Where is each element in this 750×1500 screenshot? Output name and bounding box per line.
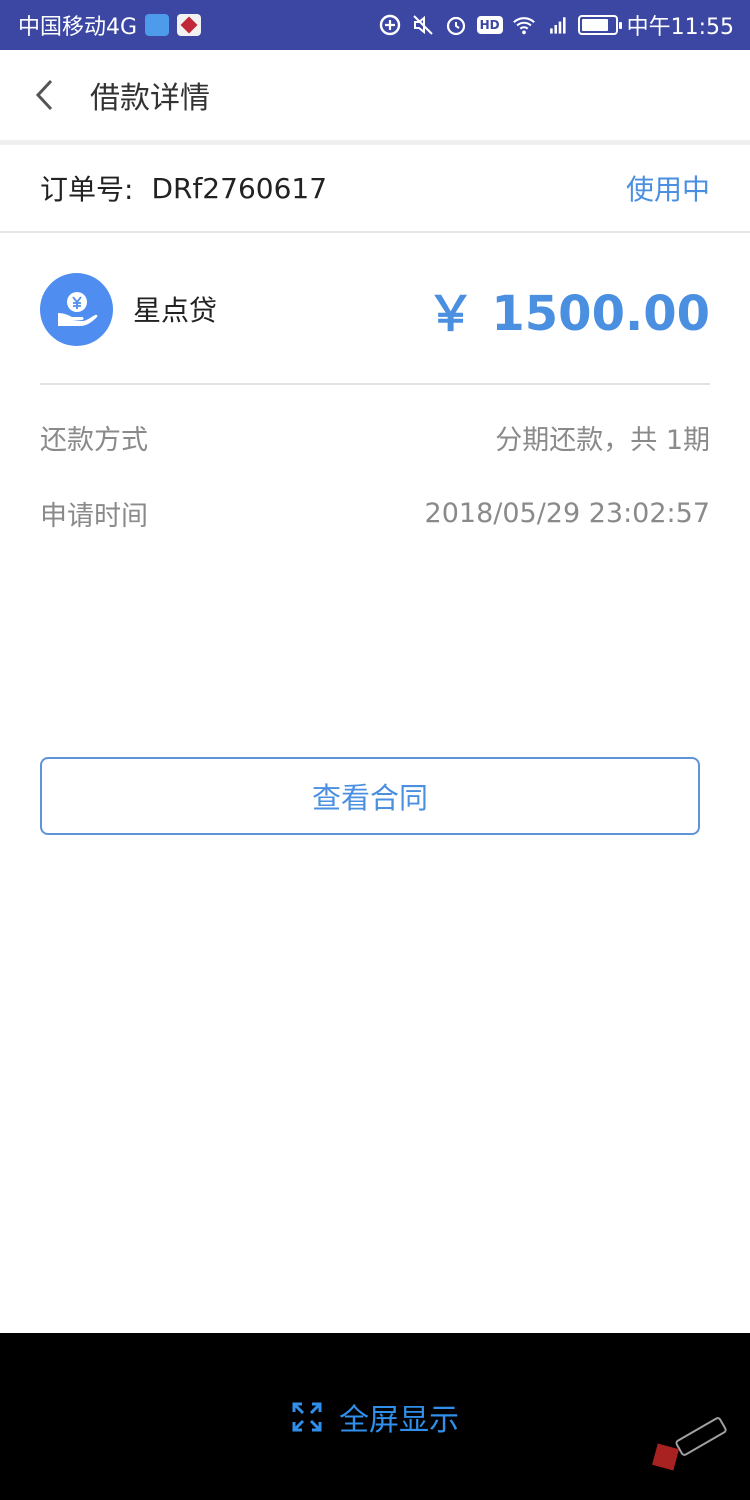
alarm-icon xyxy=(444,13,468,37)
status-right: HD 中午11:55 xyxy=(378,9,734,41)
page-title: 借款详情 xyxy=(90,81,210,116)
product-row: 星点贷 ￥ 1500.00 xyxy=(40,235,710,385)
order-number-label: 订单号: xyxy=(40,173,134,206)
nav-bar: 借款详情 xyxy=(0,50,750,140)
app-badge-icon xyxy=(145,14,170,36)
watermark-text-mark xyxy=(674,1415,729,1458)
status-left: 中国移动4G xyxy=(18,9,202,41)
hd-icon: HD xyxy=(476,16,503,34)
order-number: DRf2760617 xyxy=(151,171,328,205)
apply-time-value: 2018/05/29 23:02:57 xyxy=(424,497,710,529)
fullscreen-button[interactable]: 全屏显示 xyxy=(291,1395,459,1439)
mute-icon xyxy=(411,13,435,37)
status-badge: 使用中 xyxy=(625,173,710,206)
yen-hand-icon xyxy=(40,272,113,346)
wifi-icon xyxy=(512,13,536,37)
expand-icon xyxy=(292,1402,322,1431)
status-bar: 中国移动4G HD 中午11:55 xyxy=(0,0,750,50)
repayment-method-label: 还款方式 xyxy=(40,424,148,456)
app-badge-red-icon xyxy=(177,14,202,36)
signal-4g-icon xyxy=(545,13,569,37)
apply-time-label: 申请时间 xyxy=(40,500,148,532)
chevron-left-icon xyxy=(35,79,53,111)
apply-time-row: 申请时间 2018/05/29 23:02:57 xyxy=(40,488,710,538)
view-contract-button[interactable]: 查看合同 xyxy=(40,757,700,835)
data-saver-icon xyxy=(378,13,402,37)
clock-time: 中午11:55 xyxy=(626,15,734,40)
carrier-label: 中国移动4G xyxy=(18,15,138,40)
repayment-method-value: 分期还款，共 1期 xyxy=(495,424,710,456)
order-row: 订单号: DRf2760617 使用中 xyxy=(0,145,750,233)
repayment-method-row: 还款方式 分期还款，共 1期 xyxy=(40,412,710,462)
product-name: 星点贷 xyxy=(133,294,218,327)
battery-icon xyxy=(577,15,622,35)
bottom-bar: 全屏显示 xyxy=(0,1333,750,1500)
fullscreen-label: 全屏显示 xyxy=(339,1402,459,1438)
back-button[interactable] xyxy=(0,50,90,140)
loan-amount: ￥ 1500.00 xyxy=(426,286,710,342)
